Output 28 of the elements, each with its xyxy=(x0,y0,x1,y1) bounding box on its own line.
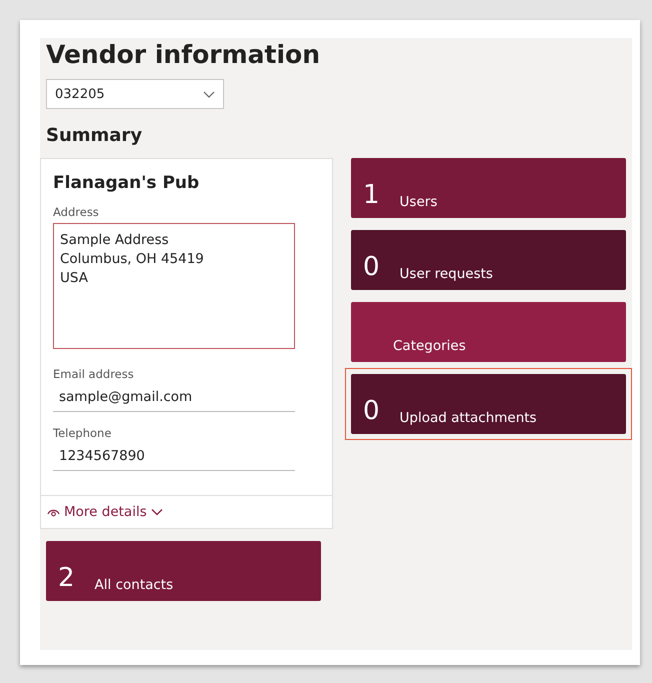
section-heading: Summary xyxy=(46,125,144,146)
tile-label: User requests xyxy=(400,266,493,282)
tile-label: Categories xyxy=(393,338,466,354)
summary-tile[interactable]: 1 Users xyxy=(351,158,626,218)
summary-tile[interactable]: 0 User requests xyxy=(351,230,626,290)
tile-count: 0 xyxy=(363,398,380,426)
tile-label: All contacts xyxy=(94,577,174,593)
vendor-dropdown[interactable]: 032205 xyxy=(46,79,224,109)
eye-icon xyxy=(47,507,60,517)
tile-count: 0 xyxy=(363,254,380,282)
more-details-link[interactable]: More details xyxy=(41,496,169,528)
vendor-name: Flanagan's Pub xyxy=(53,173,200,193)
input-field[interactable]: sample@gmail.com xyxy=(53,385,295,412)
field-label: Email address xyxy=(53,367,135,381)
summary-tile[interactable]: Categories xyxy=(351,302,626,362)
chevron-icon xyxy=(150,508,163,516)
page-title: Vendor information xyxy=(46,39,321,69)
tile-label: Users xyxy=(400,194,438,210)
tile-label: Upload attachments xyxy=(400,410,537,426)
field-label: Address xyxy=(53,205,100,219)
input-field[interactable]: 1234567890 xyxy=(53,444,295,471)
summary-tile[interactable]: 0 Upload attachments xyxy=(351,374,626,434)
address-field[interactable]: Sample Address Columbus, OH 45419 USA xyxy=(53,223,295,349)
summary-tile[interactable]: 2 All contacts xyxy=(46,541,321,601)
field-label: Telephone xyxy=(53,426,112,440)
tile-count: 1 xyxy=(363,182,380,210)
chevron-down-icon xyxy=(203,90,215,98)
tile-count: 2 xyxy=(58,565,75,593)
